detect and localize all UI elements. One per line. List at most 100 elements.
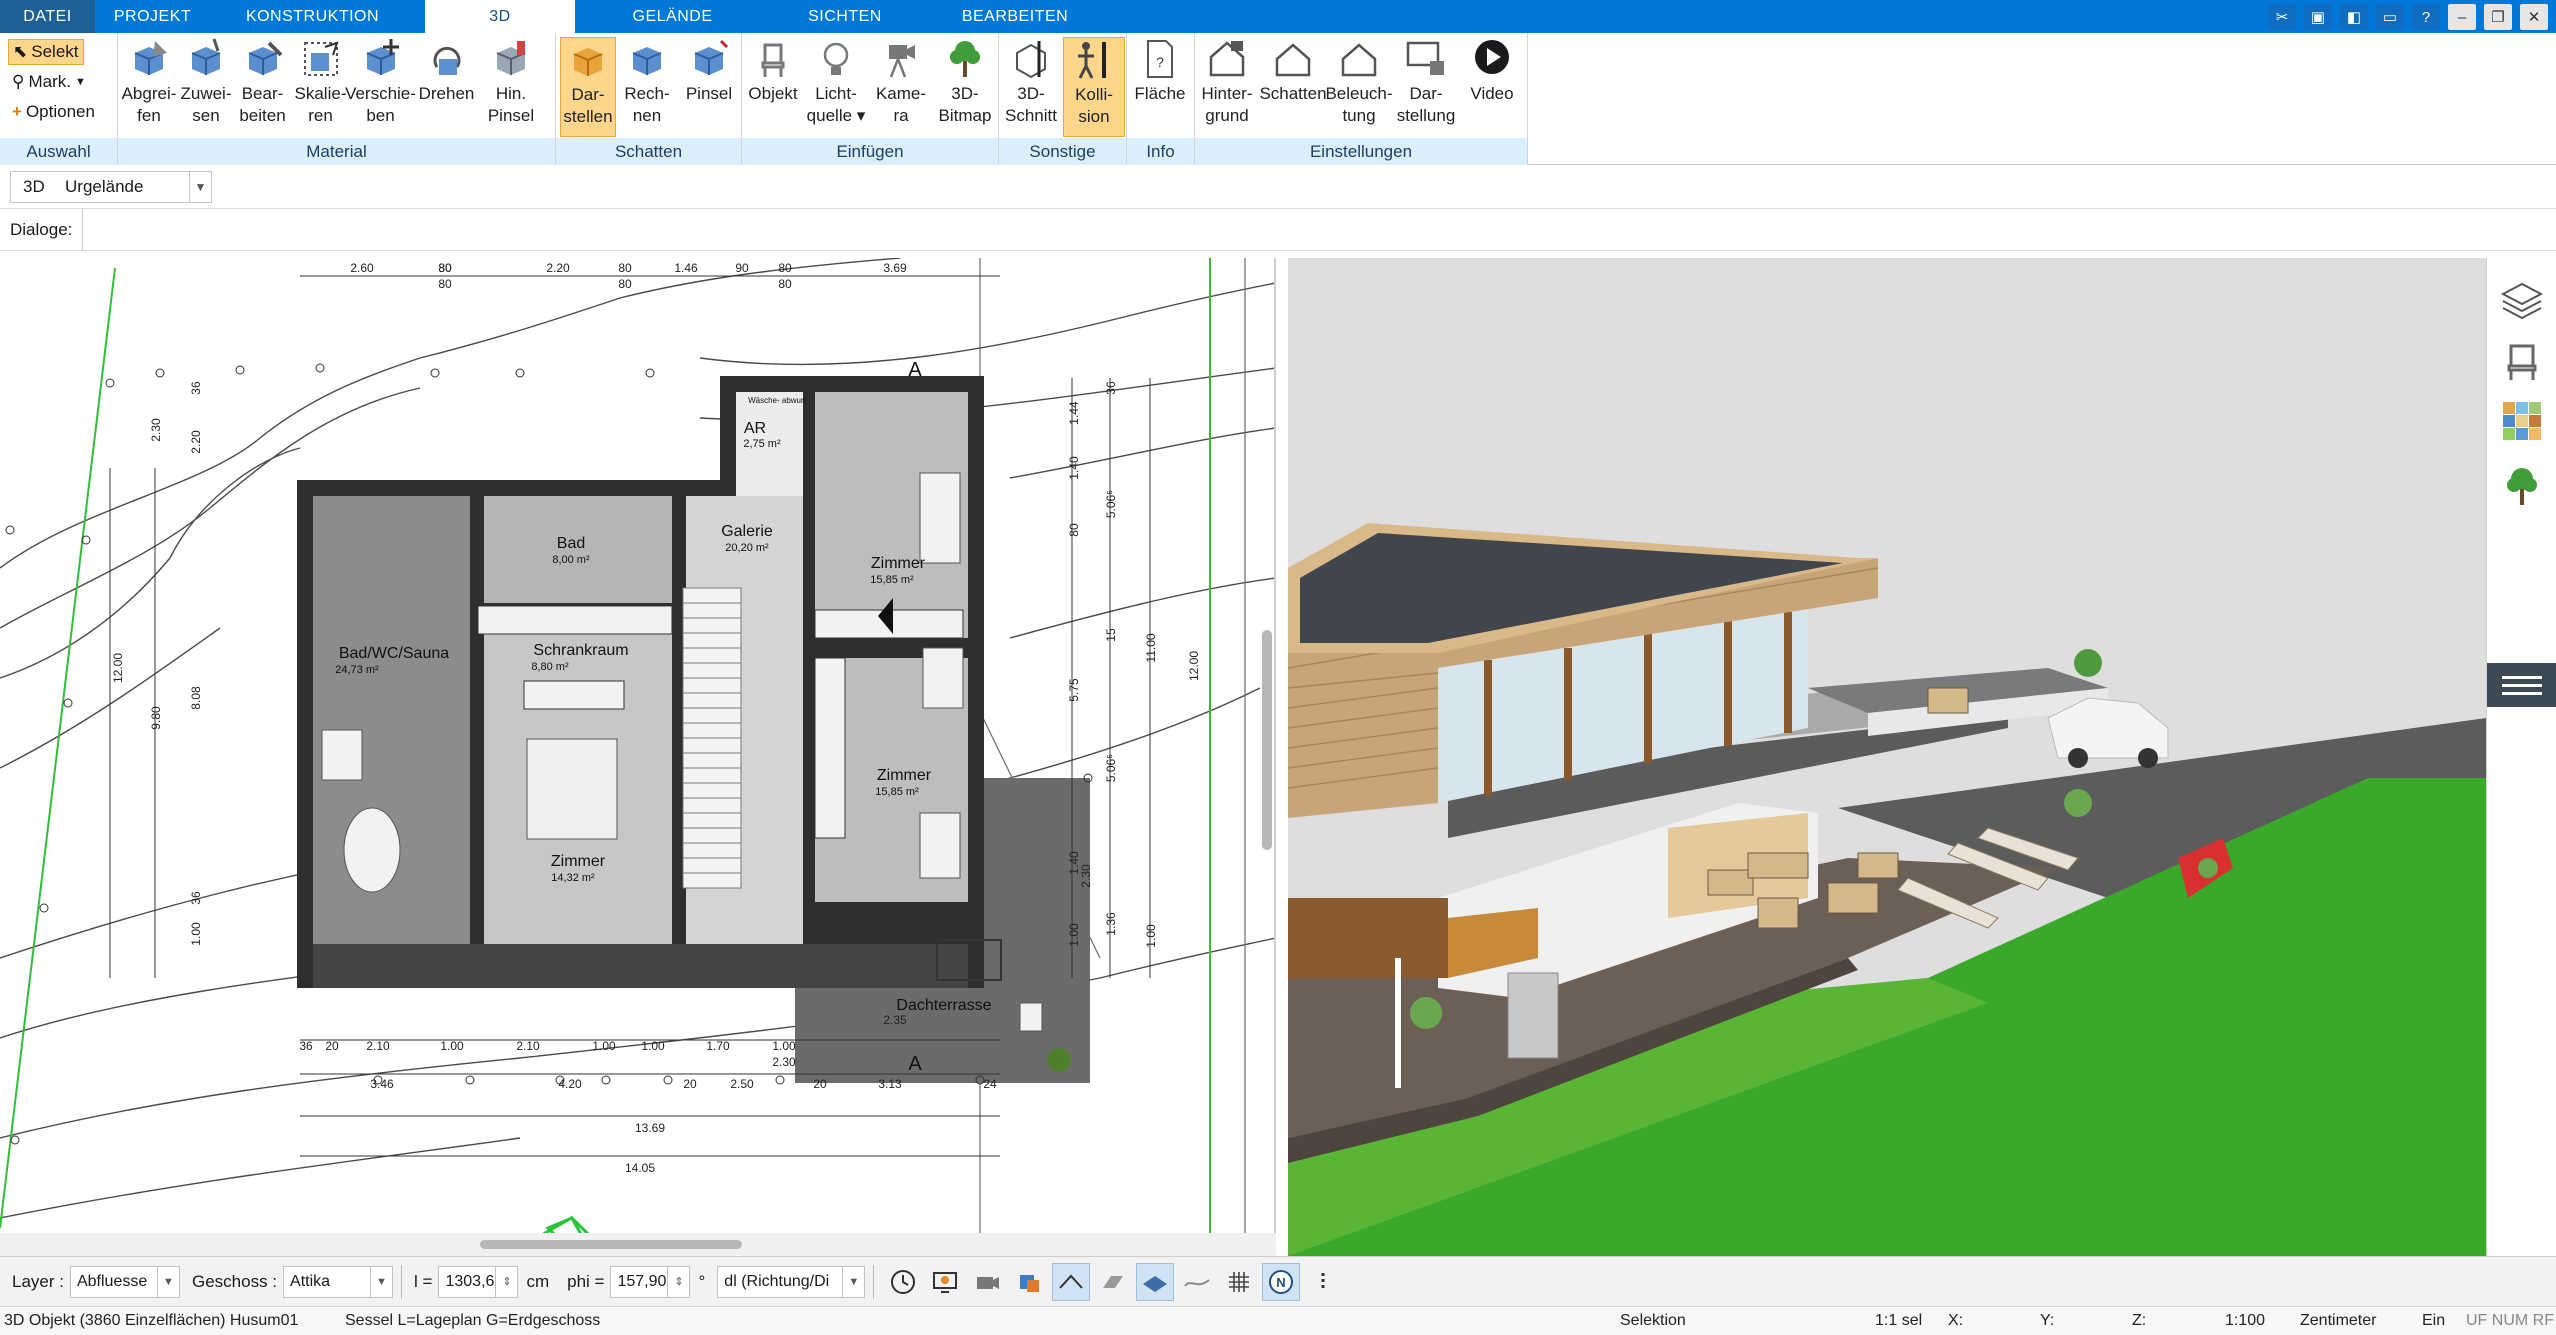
- einfuegen-button-0[interactable]: Objekt: [742, 37, 804, 137]
- room-area: 8,80 m²: [531, 661, 569, 673]
- info-button-0[interactable]: ? Fläche: [1129, 37, 1191, 137]
- button-label: tung: [1342, 106, 1376, 125]
- tab-bearbeiten[interactable]: BEARBEITEN: [920, 0, 1110, 33]
- hamburger-menu-button[interactable]: [2487, 663, 2556, 707]
- hatch-icon[interactable]: [1094, 1263, 1132, 1301]
- button-label: stellen: [563, 107, 613, 126]
- plane-icon[interactable]: [1136, 1262, 1175, 1301]
- einfuegen-button-2[interactable]: Kame-ra: [868, 37, 934, 137]
- roof-view-icon[interactable]: [1052, 1262, 1091, 1301]
- select-button[interactable]: ⬉ Selekt: [8, 39, 84, 65]
- edit-material-icon: [241, 37, 285, 81]
- mark-button[interactable]: ⚲ Mark. ▼: [8, 69, 90, 95]
- beach-chair: [1507, 972, 1559, 1059]
- geschoss-select[interactable]: Attika ▼: [283, 1265, 394, 1298]
- material-button-4[interactable]: Verschie-ben: [345, 37, 416, 137]
- material-button-3[interactable]: Skalie-ren: [293, 37, 348, 137]
- palette-icon[interactable]: ◧: [2340, 4, 2368, 30]
- sonstige-button-1[interactable]: Kolli-sion: [1063, 37, 1125, 137]
- minimize-button[interactable]: –: [2448, 4, 2476, 30]
- terrain-icon[interactable]: [1178, 1263, 1216, 1301]
- options-button[interactable]: + Optionen: [8, 99, 99, 125]
- einstellungen-button-1[interactable]: Schatten: [1259, 37, 1327, 137]
- dimension-text: 80: [438, 261, 452, 275]
- dimension-text: 15: [1104, 628, 1118, 642]
- restore-button[interactable]: ❐: [2484, 4, 2512, 30]
- button-label: Pinsel: [487, 106, 535, 125]
- tab-konstruktion[interactable]: KONSTRUKTION: [210, 0, 415, 33]
- materials-icon[interactable]: [2499, 398, 2545, 444]
- button-label: Schatten: [1259, 84, 1327, 103]
- material-button-0[interactable]: Abgrei-fen: [118, 37, 180, 137]
- north-icon[interactable]: N: [1262, 1262, 1301, 1301]
- tab-3d[interactable]: 3D: [425, 0, 575, 33]
- room-name: Zimmer: [877, 767, 932, 784]
- schatten-button-1[interactable]: Rech-nen: [616, 37, 678, 137]
- room-area: 20,20 m²: [725, 542, 769, 554]
- einstellungen-button-0[interactable]: Hinter-grund: [1195, 37, 1259, 137]
- phi-unit: °: [698, 1271, 706, 1291]
- chair-icon[interactable]: [2499, 338, 2545, 384]
- material-button-6[interactable]: Hin. Pinsel: [480, 37, 542, 137]
- sauna-floor: [313, 496, 481, 944]
- einstellungen-button-4[interactable]: Video: [1461, 37, 1523, 137]
- material-button-5[interactable]: Drehen: [413, 37, 480, 137]
- tree-icon[interactable]: [2499, 463, 2545, 509]
- dimension-text: 1.00: [1067, 923, 1081, 947]
- plant-icon: [1047, 1048, 1071, 1072]
- material-button-2[interactable]: Bear-beiten: [232, 37, 293, 137]
- clock-icon[interactable]: [884, 1263, 922, 1301]
- dimension-text: 1.36: [1104, 912, 1118, 936]
- camera-icon[interactable]: [968, 1263, 1006, 1301]
- close-button[interactable]: ✕: [2520, 4, 2548, 30]
- button-label: stellung: [1396, 106, 1456, 125]
- plan-horizontal-scrollbar[interactable]: [0, 1233, 1276, 1256]
- status-z: Z:: [2132, 1312, 2147, 1329]
- tab-sichten[interactable]: SICHTEN: [770, 0, 920, 33]
- button-label: ren: [308, 106, 333, 125]
- 3d-view[interactable]: [1288, 258, 2486, 1256]
- button-label: ben: [366, 106, 395, 125]
- tools-icon[interactable]: ✂: [2268, 4, 2296, 30]
- sonstige-button-0[interactable]: 3D- Schnitt: [999, 37, 1063, 137]
- room-name: Schrankraum: [533, 642, 628, 659]
- plant: [1410, 997, 1442, 1029]
- floor-plan-view[interactable]: Bad 8,00 m² Galerie 20,20 m² AR 2,75 m² …: [0, 258, 1276, 1233]
- schatten-button-0[interactable]: Dar-stellen: [560, 37, 616, 137]
- scrollbar-thumb[interactable]: [480, 1240, 742, 1249]
- grid-icon[interactable]: [1220, 1263, 1258, 1301]
- length-input[interactable]: 1303,6 ⇕: [438, 1265, 519, 1298]
- more-options-icon[interactable]: [1304, 1263, 1342, 1301]
- einfuegen-button-3[interactable]: 3D- Bitmap: [934, 37, 996, 137]
- window-icon[interactable]: ▭: [2376, 4, 2404, 30]
- spinner-icon[interactable]: ⇕: [667, 1266, 689, 1297]
- scale-icon: [299, 37, 343, 81]
- spinner-icon[interactable]: ⇕: [495, 1266, 517, 1297]
- einstellungen-button-3[interactable]: Dar-stellung: [1391, 37, 1461, 137]
- room-name: Zimmer: [871, 555, 926, 572]
- layer-select[interactable]: Abfluesse ▼: [69, 1265, 180, 1298]
- layers-icon[interactable]: [2499, 278, 2545, 324]
- layout-icon[interactable]: ▣: [2304, 4, 2332, 30]
- einfuegen-button-1[interactable]: Licht-quelle ▾: [804, 37, 868, 137]
- tab-gelaende[interactable]: GELÄNDE: [575, 0, 770, 33]
- object-icon[interactable]: [1010, 1263, 1048, 1301]
- phi-input[interactable]: 157,90 ⇕: [610, 1265, 691, 1298]
- material-button-1[interactable]: Zuwei-sen: [180, 37, 232, 137]
- plan-vertical-scrollbar[interactable]: [1262, 630, 1272, 850]
- dimension-text: 1.44: [1067, 401, 1081, 425]
- einstellungen-button-2[interactable]: Beleuch-tung: [1325, 37, 1393, 137]
- svg-text:?: ?: [1156, 54, 1164, 70]
- dimension-text: 1.40: [1067, 456, 1081, 480]
- schatten-button-2[interactable]: Pinsel: [678, 37, 740, 137]
- help-icon[interactable]: ?: [2412, 4, 2440, 30]
- terrain-select[interactable]: 3D Urgelände ▼: [10, 170, 212, 203]
- tab-projekt[interactable]: PROJEKT: [95, 0, 210, 33]
- properties-bar: Layer : Abfluesse ▼ Geschoss : Attika ▼ …: [0, 1256, 2556, 1306]
- button-label: Rech-: [624, 84, 670, 103]
- monitor-icon[interactable]: [926, 1263, 964, 1301]
- washbasin: [321, 729, 363, 781]
- direction-select[interactable]: dl (Richtung/Di ▼: [717, 1265, 866, 1298]
- dialog-bar: Dialoge:: [0, 208, 2556, 251]
- tab-datei[interactable]: DATEI: [0, 0, 95, 33]
